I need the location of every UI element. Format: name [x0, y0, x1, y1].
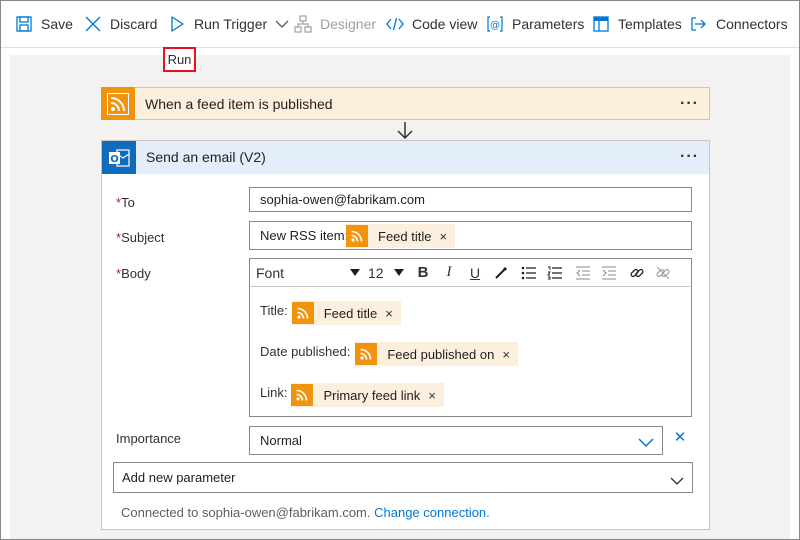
token-label: Primary feed link — [323, 387, 421, 403]
action-header[interactable]: O Send an email (V2) ··· — [102, 141, 709, 174]
to-field[interactable]: sophia-owen@fabrikam.com — [249, 187, 692, 212]
numbered-list-icon[interactable] — [544, 259, 566, 286]
increase-indent-icon[interactable] — [598, 259, 620, 286]
body-label: *Body — [116, 266, 151, 281]
unlink-icon[interactable] — [652, 259, 674, 286]
trigger-card[interactable]: When a feed item is published ··· — [101, 87, 710, 120]
rss-icon — [355, 343, 378, 365]
rss-icon — [101, 87, 135, 120]
remove-token-button[interactable]: × — [502, 347, 510, 362]
command-bar: Save Discard Run Trigger Designer Code v… — [0, 0, 800, 48]
rss-icon — [291, 384, 314, 406]
body-editor[interactable]: Font 12 B I U Title: Feed title × Date p… — [249, 258, 692, 417]
line-label: Link: — [260, 384, 288, 400]
importance-label: Importance — [116, 431, 182, 446]
line-label: Date published: — [260, 343, 351, 359]
chevron-down-icon[interactable] — [275, 16, 289, 32]
decrease-indent-icon[interactable] — [572, 259, 594, 286]
body-token[interactable]: Feed published on × — [355, 342, 518, 366]
rss-icon — [346, 225, 368, 247]
remove-token-button[interactable]: × — [385, 306, 393, 321]
connectors-label: Connectors — [716, 16, 788, 32]
clear-importance-button[interactable]: ✕ — [672, 429, 688, 446]
body-line: Date published: Feed published on × — [260, 338, 518, 366]
play-icon — [168, 15, 186, 33]
subject-token[interactable]: Feed title × — [346, 224, 456, 248]
connectors-icon — [690, 15, 708, 33]
discard-label: Discard — [110, 16, 158, 32]
token-label: Feed published on — [387, 346, 495, 362]
svg-text:@: @ — [490, 20, 500, 31]
dropdown-caret-icon — [394, 265, 404, 280]
code-view-button[interactable]: Code view — [386, 0, 477, 48]
connection-text: Connected to sophia-owen@fabrikam.com. — [121, 505, 371, 520]
body-token[interactable]: Primary feed link × — [291, 383, 444, 407]
trigger-title: When a feed item is published — [145, 95, 333, 112]
code-icon — [386, 15, 404, 33]
action-more-button[interactable]: ··· — [680, 141, 699, 172]
remove-token-button[interactable]: × — [439, 229, 447, 244]
run-trigger-button[interactable]: Run Trigger — [168, 0, 289, 48]
editor-toolbar: Font 12 B I U — [250, 259, 690, 287]
templates-icon — [592, 15, 610, 33]
add-parameter-label: Add new parameter — [122, 470, 236, 485]
to-value: sophia-owen@fabrikam.com — [260, 192, 425, 207]
subject-label: *Subject — [116, 230, 165, 245]
svg-text:O: O — [110, 154, 119, 165]
token-label: Feed title — [378, 228, 432, 244]
parameters-label: Parameters — [512, 16, 585, 32]
send-email-card: O Send an email (V2) ··· *To sophia-owen… — [101, 140, 710, 530]
parameters-button[interactable]: @ Parameters — [486, 0, 584, 48]
bullet-list-icon[interactable] — [518, 259, 540, 286]
body-token[interactable]: Feed title × — [291, 301, 401, 325]
underline-icon[interactable]: U — [464, 259, 486, 286]
designer-icon — [294, 15, 312, 33]
change-connection-link[interactable]: Change connection. — [374, 505, 490, 520]
templates-button[interactable]: Templates — [592, 0, 682, 48]
bold-icon[interactable]: B — [412, 259, 434, 286]
designer-button[interactable]: Designer — [294, 0, 376, 48]
save-button[interactable]: Save — [15, 0, 73, 48]
templates-label: Templates — [618, 16, 682, 32]
run-tooltip: Run — [163, 47, 196, 72]
dropdown-caret-icon — [350, 265, 360, 280]
line-label: Title: — [260, 302, 288, 318]
trigger-more-button[interactable]: ··· — [680, 88, 699, 119]
action-title: Send an email (V2) — [146, 148, 266, 165]
size-select[interactable]: 12 — [368, 259, 404, 286]
body-line: Title: Feed title × — [260, 297, 401, 325]
parameters-icon: @ — [486, 15, 504, 33]
run-trigger-label: Run Trigger — [194, 16, 268, 32]
rss-icon — [291, 302, 314, 324]
chevron-down-icon — [670, 474, 684, 489]
token-label: Feed title — [323, 305, 378, 321]
font-select[interactable]: Font — [256, 259, 360, 286]
code-view-label: Code view — [412, 16, 478, 32]
importance-value: Normal — [260, 433, 302, 448]
outlook-icon: O — [102, 141, 136, 174]
add-parameter-select[interactable]: Add new parameter — [113, 462, 693, 493]
discard-button[interactable]: Discard — [84, 0, 157, 48]
link-icon[interactable] — [626, 259, 648, 286]
discard-icon — [84, 15, 102, 33]
to-label: *To — [116, 195, 135, 210]
subject-field[interactable]: New RSS item: Feed title × — [249, 221, 692, 250]
italic-icon[interactable]: I — [438, 259, 460, 286]
importance-select[interactable]: Normal — [249, 426, 663, 455]
body-line: Link: Primary feed link × — [260, 379, 444, 407]
connection-info: Connected to sophia-owen@fabrikam.com. C… — [121, 505, 490, 520]
subject-prefix: New RSS item: — [260, 228, 349, 243]
chevron-down-icon — [638, 436, 654, 451]
designer-label: Designer — [320, 16, 377, 32]
remove-token-button[interactable]: × — [428, 388, 436, 403]
save-icon — [15, 15, 33, 33]
save-label: Save — [41, 16, 73, 32]
connectors-button[interactable]: Connectors — [690, 0, 788, 48]
color-icon[interactable] — [490, 259, 512, 286]
arrow-down-icon — [395, 121, 415, 141]
